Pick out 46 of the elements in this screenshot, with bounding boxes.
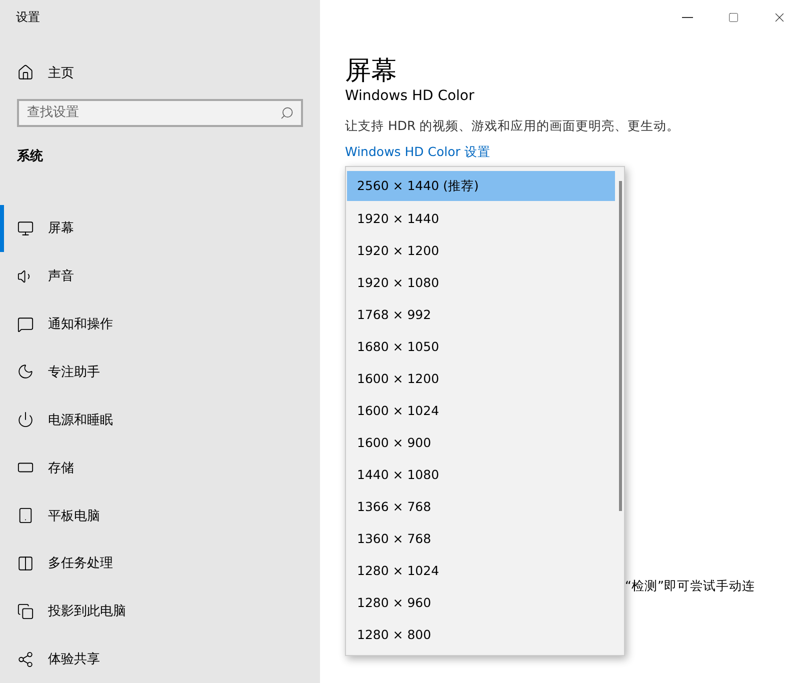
nav-item[interactable]: 投影到此电脑 <box>0 587 320 636</box>
search-field[interactable]: 查找设置 <box>17 98 303 127</box>
maximize-icon <box>728 12 738 22</box>
home-icon <box>17 64 34 82</box>
nav-item[interactable]: 平板电脑 <box>0 492 320 540</box>
power-icon <box>17 411 34 428</box>
speech-bubble-icon <box>17 316 34 333</box>
page-title: 屏幕 <box>345 55 397 88</box>
section-heading: 系统 <box>17 148 43 166</box>
dropdown-option[interactable]: 1600 × 1024 <box>347 395 615 425</box>
nav-item[interactable]: 多任务处理 <box>0 539 320 588</box>
nav-item[interactable]: 通知和操作 <box>0 300 320 348</box>
home-link[interactable]: 主页 <box>0 48 84 97</box>
nav-item[interactable]: 体验共享 <box>0 635 320 683</box>
nav-item[interactable]: 声音 <box>0 252 320 300</box>
minimize-icon <box>682 16 692 18</box>
dropdown-option[interactable]: 1440 × 1080 <box>347 459 615 489</box>
dropdown-option[interactable]: 1680 × 1050 <box>347 331 615 361</box>
dropdown-option[interactable]: 1920 × 1440 <box>347 203 615 233</box>
nav-item[interactable]: 电源和睡眠 <box>0 396 320 444</box>
dropdown-option[interactable]: 1920 × 1200 <box>347 235 615 265</box>
instruction-text: “检测”即可尝试手动连 <box>625 578 755 595</box>
dropdown-option[interactable]: 1600 × 1200 <box>347 363 615 393</box>
nav-item[interactable]: 存储 <box>0 444 320 492</box>
dropdown-option[interactable]: 1280 × 800 <box>347 619 615 649</box>
moon-icon <box>17 363 34 380</box>
dropdown-option[interactable]: 1920 × 1080 <box>347 267 615 297</box>
scrollbar-thumb[interactable] <box>619 181 622 511</box>
columns-icon <box>17 554 34 572</box>
description-text: 让支持 HDR 的视频、游戏和应用的画面更明亮、更生动。 <box>345 118 680 135</box>
dropdown-option[interactable]: 1600 × 900 <box>347 427 615 457</box>
window-title: 设置 <box>16 9 40 26</box>
search-icon <box>280 106 294 120</box>
dropdown-option[interactable]: 1280 × 1024 <box>347 555 615 585</box>
dropdown-option[interactable]: 1768 × 992 <box>347 299 615 329</box>
dropdown-option[interactable]: 1366 × 768 <box>347 491 615 521</box>
dropdown-option[interactable]: 1360 × 768 <box>347 523 615 553</box>
dropdown-option[interactable]: 1280 × 960 <box>347 587 615 617</box>
share-icon <box>17 650 34 668</box>
screens-icon <box>17 602 34 620</box>
monitor-icon <box>17 220 34 237</box>
section-heading: Windows HD Color <box>345 88 474 104</box>
dropdown-option[interactable]: 2560 × 1440 (推荐) <box>347 171 615 201</box>
tablet-icon <box>17 507 34 524</box>
settings-link[interactable]: Windows HD Color 设置 <box>345 144 490 161</box>
nav-item[interactable]: 专注助手 <box>0 348 320 396</box>
